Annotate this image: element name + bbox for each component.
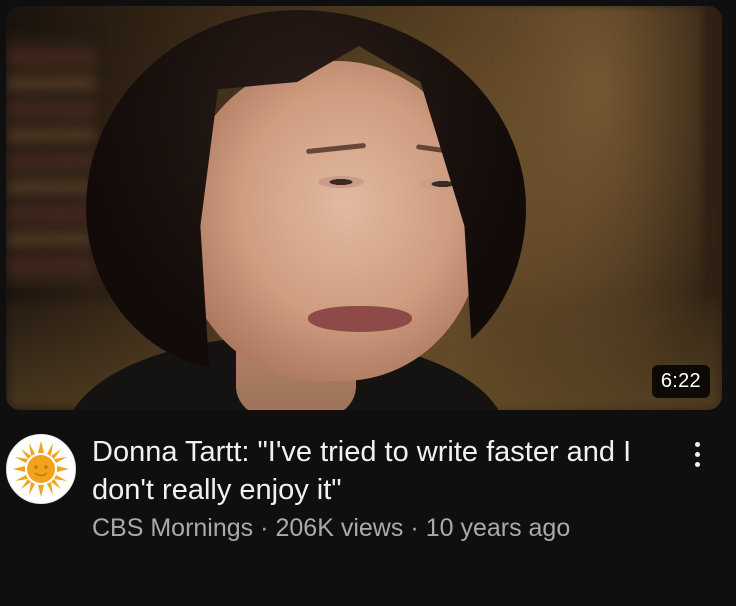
video-thumbnail[interactable]: 6:22 [6, 6, 722, 410]
menu-dot [694, 451, 700, 457]
menu-dot [694, 461, 700, 467]
meta-separator: · [410, 514, 419, 542]
more-vertical-icon[interactable] [684, 436, 710, 472]
view-count: 206K views [275, 514, 404, 542]
upload-age: 10 years ago [425, 514, 571, 542]
person-eye-left [318, 176, 364, 188]
cbs-sun-logo-icon [13, 441, 69, 497]
channel-avatar[interactable] [6, 434, 76, 504]
duration-badge: 6:22 [651, 365, 710, 398]
video-title[interactable]: Donna Tartt: "I've tried to write faster… [92, 433, 667, 509]
channel-name[interactable]: CBS Mornings [92, 514, 253, 542]
meta-separator: · [260, 514, 269, 542]
menu-dot [694, 441, 700, 447]
video-meta: CBS Mornings · 206K views · 10 years ago [92, 514, 570, 543]
person-lips [308, 306, 412, 332]
background-bookshelf [6, 36, 96, 286]
